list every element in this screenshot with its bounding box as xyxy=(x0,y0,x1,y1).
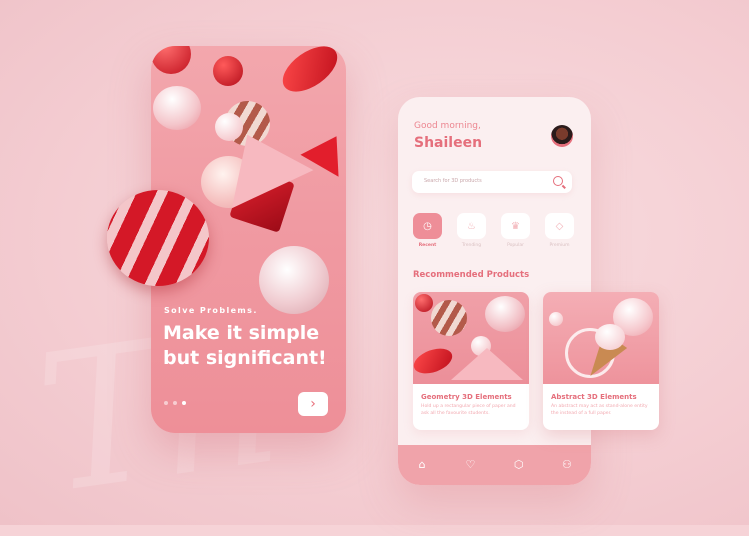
search-icon[interactable] xyxy=(553,176,563,186)
product-description: An abstract may act as stand-alone entit… xyxy=(551,404,648,416)
flame-icon: ♨ xyxy=(467,220,476,232)
pager-dot[interactable] xyxy=(173,401,177,405)
search-bar[interactable]: Search for 3D products xyxy=(412,171,572,193)
bottom-tab-bar: ⌂ ♡ ⬡ ⚇ xyxy=(398,445,591,485)
category-list: ◷ Recent ♨ Trending ♛ Popular ◇ Premium xyxy=(413,213,574,248)
product-title: Abstract 3D Elements xyxy=(551,393,637,401)
category-label: Premium xyxy=(549,243,570,248)
crown-icon: ♛ xyxy=(511,220,520,232)
product-image xyxy=(543,292,659,384)
product-title: Geometry 3D Elements xyxy=(421,393,512,401)
striped-sphere xyxy=(107,190,209,286)
category-recent[interactable]: ◷ Recent xyxy=(413,213,442,248)
category-premium[interactable]: ◇ Premium xyxy=(545,213,574,248)
onboarding-screen: Solve Problems. Make it simple but signi… xyxy=(107,37,356,433)
pager-dots[interactable] xyxy=(164,401,186,405)
avatar[interactable] xyxy=(551,125,573,147)
heart-icon[interactable]: ♡ xyxy=(463,458,477,472)
category-label: Recent xyxy=(418,243,437,248)
pager-dot[interactable] xyxy=(164,401,168,405)
diamond-icon: ◇ xyxy=(555,220,564,232)
product-image xyxy=(413,292,529,384)
search-input[interactable]: Search for 3D products xyxy=(424,178,482,184)
product-card-abstract[interactable]: Abstract 3D Elements An abstract may act… xyxy=(543,292,659,430)
category-popular[interactable]: ♛ Popular xyxy=(501,213,530,248)
section-title: Recommended Products xyxy=(413,270,530,280)
home-icon[interactable]: ⌂ xyxy=(415,458,429,472)
category-label: Trending xyxy=(461,243,482,248)
next-button[interactable]: › xyxy=(298,392,328,416)
clock-icon: ◷ xyxy=(423,220,432,232)
user-icon[interactable]: ⚇ xyxy=(560,458,574,472)
product-card-geometry[interactable]: Geometry 3D Elements Hold up a rectangul… xyxy=(413,292,529,430)
box-icon[interactable]: ⬡ xyxy=(512,458,526,472)
onboarding-headline: Make it simple but significant! xyxy=(163,322,327,369)
product-description: Hold up a rectangular piece of paper and… xyxy=(421,404,516,416)
chevron-right-icon: › xyxy=(310,396,316,412)
onboarding-tagline: Solve Problems. xyxy=(164,306,258,315)
pager-dot-active[interactable] xyxy=(182,401,186,405)
category-trending[interactable]: ♨ Trending xyxy=(457,213,486,248)
category-label: Popular xyxy=(507,243,524,248)
greeting-text: Good morning, xyxy=(414,121,481,131)
user-name: Shaileen xyxy=(414,135,483,151)
